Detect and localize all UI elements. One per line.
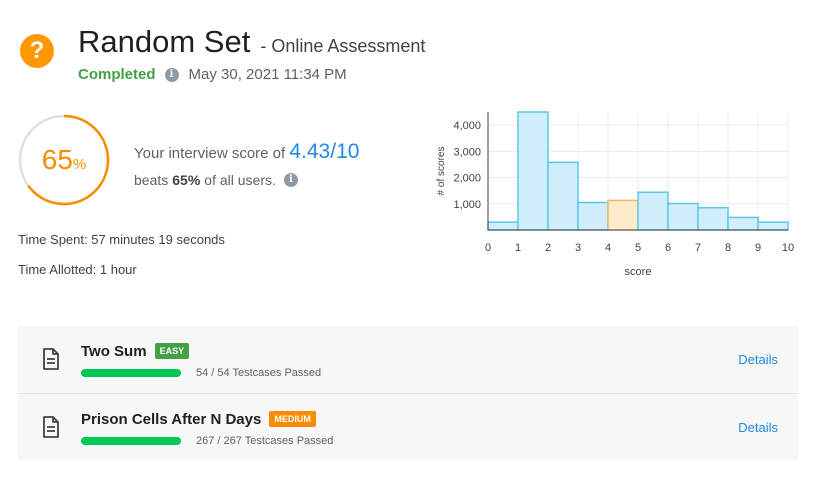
score-percent: 65% <box>41 144 87 175</box>
question-icon: ? <box>20 34 54 68</box>
histogram-bar <box>637 191 669 231</box>
testcase-progress-bar <box>81 369 181 377</box>
score-line: Your interview score of 4.43/10 <box>134 140 360 163</box>
problem-title[interactable]: Two Sum EASY <box>81 343 190 360</box>
testcases-passed: 54 / 54 Testcases Passed <box>196 367 322 379</box>
x-tick-label: 9 <box>755 242 761 254</box>
x-tick-label: 0 <box>485 242 491 254</box>
completion-date: May 30, 2021 11:34 PM <box>188 66 347 83</box>
page-subtitle: - Online Assessment <box>260 36 426 56</box>
x-tick-label: 2 <box>545 242 551 254</box>
beats-line: beats 65% of all users. i <box>134 172 308 188</box>
assessment-header: ? Random Set - Online Assessment Complete… <box>20 20 800 90</box>
histogram-bar <box>757 221 789 231</box>
info-icon[interactable]: i <box>283 173 298 187</box>
histogram-bar <box>697 206 729 231</box>
histogram-bar <box>517 111 549 231</box>
y-tick-label: 1,000 <box>453 199 481 211</box>
x-tick-label: 3 <box>575 242 581 254</box>
info-icon[interactable]: i <box>164 67 179 82</box>
x-tick-label: 4 <box>605 242 611 254</box>
time-allotted: Time Allotted: 1 hour <box>18 262 137 277</box>
testcase-progress-bar <box>81 437 181 445</box>
problem-row: Two Sum EASY 54 / 54 Testcases Passed Det… <box>18 326 798 393</box>
problem-title[interactable]: Prison Cells After N Days MEDIUM <box>81 411 316 428</box>
problem-list: Two Sum EASY 54 / 54 Testcases Passed Det… <box>18 326 798 460</box>
page-title: Random Set - Online Assessment <box>78 24 426 59</box>
x-tick-label: 10 <box>782 242 794 254</box>
difficulty-badge: MEDIUM <box>269 411 316 427</box>
document-icon <box>43 416 59 438</box>
difficulty-badge: EASY <box>154 343 190 359</box>
x-tick-label: 8 <box>725 242 731 254</box>
score-distribution-chart: 1,000 2,000 3,000 4,000 0 1 2 3 4 5 6 7 8 9 10 score # o… <box>436 111 794 278</box>
problem-row: Prison Cells After N Days MEDIUM 267 / 26… <box>18 393 798 460</box>
status-label: Completed <box>78 66 156 83</box>
y-tick-label: 4,000 <box>453 120 481 132</box>
x-axis-label: score <box>625 266 652 278</box>
x-tick-label: 1 <box>515 242 521 254</box>
document-icon <box>43 348 59 370</box>
histogram-bar-highlighted <box>607 199 639 231</box>
testcases-passed: 267 / 267 Testcases Passed <box>196 435 334 447</box>
time-spent: Time Spent: 57 minutes 19 seconds <box>18 232 225 247</box>
y-tick-label: 3,000 <box>453 146 481 158</box>
status-row: Completed i May 30, 2021 11:34 PM <box>78 66 347 83</box>
histogram-bar <box>727 216 759 231</box>
details-link[interactable]: Details <box>738 352 778 367</box>
histogram-bar <box>487 221 519 231</box>
y-tick-label: 2,000 <box>453 173 481 185</box>
x-tick-label: 6 <box>665 242 671 254</box>
histogram-bar <box>577 201 609 231</box>
histogram-bar <box>547 161 579 231</box>
score-value: 4.43/10 <box>289 140 360 163</box>
details-link[interactable]: Details <box>738 420 778 435</box>
histogram-bar <box>667 202 699 231</box>
y-axis-label: # of scores <box>436 147 447 196</box>
x-tick-label: 7 <box>695 242 701 254</box>
x-tick-label: 5 <box>635 242 641 254</box>
beats-percent: 65% <box>172 172 201 188</box>
